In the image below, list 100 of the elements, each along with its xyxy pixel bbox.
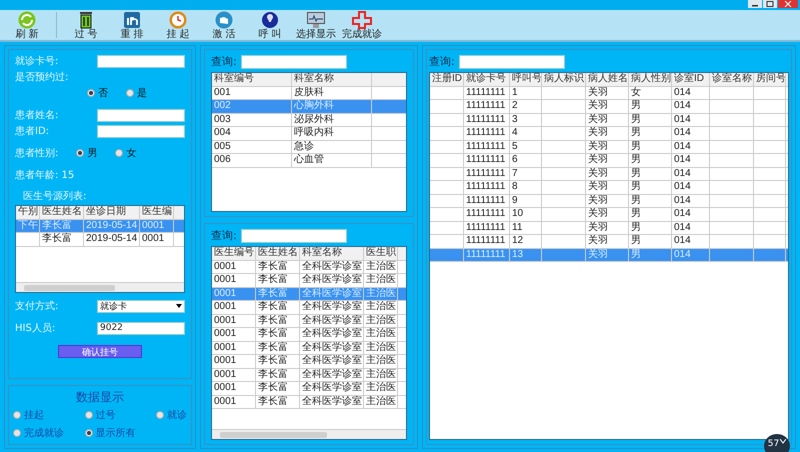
horizontal-scrollbar[interactable] xyxy=(16,282,184,292)
search-label: 查询: xyxy=(429,54,455,69)
table-cell: 11111111 xyxy=(466,86,506,98)
name-field[interactable] xyxy=(97,108,185,122)
column-header[interactable]: 病人标识 xyxy=(542,73,586,86)
table-cell: 014 xyxy=(674,114,691,124)
toolbar-button[interactable]: 重 排 xyxy=(109,10,155,40)
table-row[interactable]: 004 呼吸内科 xyxy=(212,127,406,140)
radio-button[interactable] xyxy=(156,411,164,419)
table-cell: 014 xyxy=(674,100,691,111)
field-label: 是否预约过: xyxy=(15,70,70,84)
radio-button[interactable] xyxy=(87,89,95,97)
table-cell: 6 xyxy=(512,154,518,165)
table-cell: 11111111 xyxy=(466,114,506,124)
column-header[interactable]: 医生姓名 xyxy=(256,247,300,260)
table-cell: 0001 xyxy=(214,368,236,380)
search-field[interactable] xyxy=(458,54,565,68)
table-cell: 014 xyxy=(674,222,691,232)
field-label: 支付方式: xyxy=(15,300,58,313)
column-header[interactable]: 午别 xyxy=(16,206,40,218)
square-logo-icon xyxy=(122,10,142,28)
radio-button[interactable] xyxy=(84,429,92,437)
monitor-icon xyxy=(306,10,326,28)
table-cell: 11111111 xyxy=(466,100,506,111)
table-cell: 男 xyxy=(631,208,641,219)
table-cell: 11111111 xyxy=(466,127,506,138)
column-header[interactable]: 医生姓名 xyxy=(40,206,84,218)
table-cell: 5 xyxy=(512,140,518,152)
close-icon[interactable] xyxy=(778,0,798,8)
column-header[interactable]: 医生职 xyxy=(364,247,398,260)
table-cell: 11111111 xyxy=(466,181,506,192)
table-cell: 11111111 xyxy=(466,208,506,219)
section-label: 医生号源列表: xyxy=(22,190,88,203)
table-cell: 下午 xyxy=(18,220,38,230)
table-cell: 10 xyxy=(512,208,524,219)
dropdown-arrow-icon xyxy=(176,304,182,308)
table-cell: 男 xyxy=(631,127,641,138)
table-cell: 014 xyxy=(674,154,691,165)
table-cell: 002 xyxy=(214,100,231,111)
table-cell: 男 xyxy=(631,222,641,232)
table-cell: 0001 xyxy=(214,260,236,272)
table-row[interactable]: 005 急诊 xyxy=(212,140,406,154)
table-cell: 0001 xyxy=(214,314,236,326)
radio-button[interactable] xyxy=(115,149,124,157)
table-cell: 11111111 xyxy=(466,168,506,178)
table-cell: 11111111 xyxy=(466,248,506,260)
table-cell: 003 xyxy=(214,114,231,124)
horizontal-scrollbar[interactable] xyxy=(212,429,406,439)
table-cell: 男 xyxy=(631,248,641,260)
field-label: 患者性别: xyxy=(15,146,58,160)
table-cell: 4 xyxy=(512,127,518,138)
column-header[interactable]: 坐诊日期 xyxy=(84,206,140,218)
confirm-button[interactable]: 确认挂号 xyxy=(58,345,142,358)
table-cell: 014 xyxy=(674,194,691,206)
chevron-icon xyxy=(780,439,786,444)
radio-button[interactable] xyxy=(13,429,21,437)
search-field[interactable] xyxy=(240,54,347,68)
search-label: 查询: xyxy=(211,54,237,69)
table-cell: 男 xyxy=(631,140,641,152)
table-cell: 014 xyxy=(674,235,691,246)
table-cell: 男 xyxy=(631,154,641,165)
table-row[interactable]: 003 泌尿外科 xyxy=(212,114,406,127)
his-staff-field[interactable]: 9022 xyxy=(97,322,185,334)
table-cell: 014 xyxy=(674,140,691,152)
radio-button[interactable] xyxy=(13,411,21,419)
patient-id-field[interactable] xyxy=(97,124,185,138)
toolbar-button[interactable]: 选择显示 xyxy=(293,10,339,40)
radio-button[interactable] xyxy=(126,89,134,97)
minimize-icon[interactable] xyxy=(748,0,762,8)
payment-dropdown[interactable]: 就诊卡 xyxy=(97,300,185,312)
column-header[interactable]: 病人性别 xyxy=(629,73,672,86)
maximize-icon[interactable] xyxy=(763,0,777,8)
toolbar-button[interactable]: 完成就诊 xyxy=(339,10,385,40)
column-header[interactable]: 病人姓名 xyxy=(586,73,629,86)
radio-button[interactable] xyxy=(76,149,84,157)
table-cell: 3 xyxy=(512,114,518,124)
table-cell: 0001 xyxy=(214,328,236,339)
column-header[interactable]: 医生编号 xyxy=(212,247,256,260)
table-cell: 0001 xyxy=(214,301,236,312)
table-cell: 男 xyxy=(631,114,641,124)
toolbar-button[interactable]: 刷 新 xyxy=(4,10,50,40)
toolbar-button[interactable]: 呼 叫 xyxy=(247,10,293,40)
table-cell: 男 xyxy=(631,181,641,192)
card-number-field[interactable] xyxy=(97,54,185,68)
clock-icon xyxy=(168,10,188,28)
table-cell: 006 xyxy=(214,154,231,165)
table-cell: 0001 xyxy=(214,355,236,366)
column-header[interactable]: 就诊卡号 xyxy=(464,73,510,86)
table-cell: 7 xyxy=(512,168,518,178)
table-cell: 001 xyxy=(214,86,231,98)
refresh-icon xyxy=(17,10,37,28)
table-cell: 11111111 xyxy=(466,235,506,246)
radio-button[interactable] xyxy=(84,411,92,419)
toolbar-button[interactable]: 激 活 xyxy=(201,10,247,40)
table-cell: 12 xyxy=(512,235,524,246)
search-field[interactable] xyxy=(240,228,347,242)
toolbar-button[interactable]: 挂 起 xyxy=(155,10,201,40)
column-header[interactable]: 医生编 xyxy=(140,206,174,218)
toolbar-button[interactable]: 过 号 xyxy=(63,10,109,40)
table-cell: 11111111 xyxy=(466,194,506,206)
